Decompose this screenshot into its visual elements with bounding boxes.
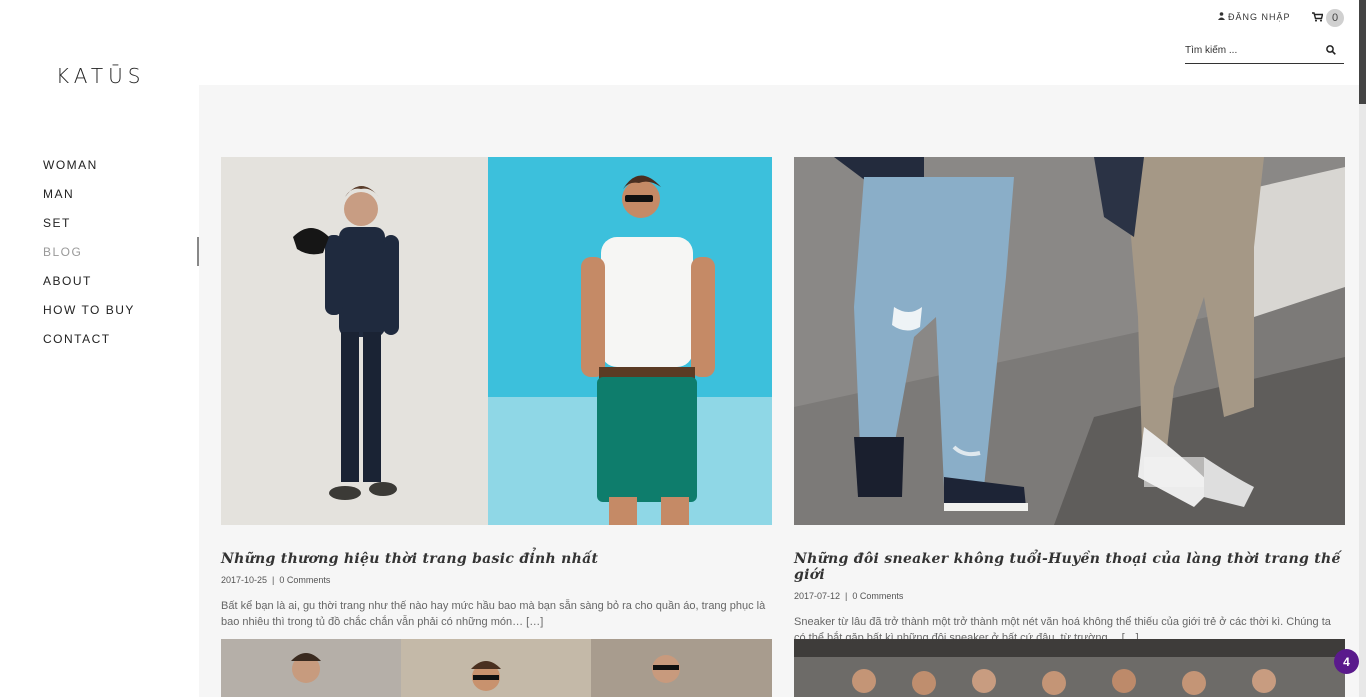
nav-item-contact[interactable]: CONTACT <box>0 324 199 353</box>
post-excerpt: Bất kể bạn là ai, gu thời trang như thế … <box>221 600 766 628</box>
post-image[interactable] <box>221 157 772 525</box>
post-date: 2017-10-25 <box>221 575 268 585</box>
search-bar <box>1185 38 1344 64</box>
post-image[interactable] <box>221 639 772 697</box>
nav-item-blog[interactable]: BLOG <box>0 237 199 266</box>
nav-item-woman[interactable]: WOMAN <box>0 150 199 179</box>
post-image[interactable] <box>794 639 1345 697</box>
post-meta: 2017-07-12 | 0 Comments <box>794 591 1345 601</box>
sidebar-nav: WOMAN MAN SET BLOG ABOUT HOW TO BUY CONT… <box>0 150 199 353</box>
cart-button[interactable]: 0 <box>1312 9 1344 27</box>
login-label: ĐĂNG NHẬP <box>1228 12 1291 22</box>
search-icon[interactable] <box>1326 42 1336 60</box>
blog-post: Những thương hiệu thời trang basic đỉnh … <box>221 157 772 630</box>
meta-separator: | <box>272 575 275 585</box>
cart-count-badge: 0 <box>1326 9 1344 27</box>
post-image[interactable] <box>794 157 1345 525</box>
post-comments-link[interactable]: 0 Comments <box>279 575 330 585</box>
scrollbar-thumb[interactable] <box>1359 0 1366 104</box>
user-icon <box>1218 12 1225 22</box>
search-input[interactable] <box>1185 45 1315 56</box>
post-title[interactable]: Những thương hiệu thời trang basic đỉnh … <box>221 551 772 567</box>
nav-item-set[interactable]: SET <box>0 208 199 237</box>
post-date: 2017-07-12 <box>794 591 841 601</box>
brand-logo[interactable]: KATŪS <box>56 64 145 88</box>
blog-post: Những đôi sneaker không tuổi-Huyền thoại… <box>794 157 1345 646</box>
post-comments-link[interactable]: 0 Comments <box>852 591 903 601</box>
nav-item-how-to-buy[interactable]: HOW TO BUY <box>0 295 199 324</box>
cart-icon <box>1312 9 1324 27</box>
post-meta: 2017-10-25 | 0 Comments <box>221 575 772 585</box>
login-link[interactable]: ĐĂNG NHẬP <box>1218 12 1291 22</box>
notification-badge[interactable]: 4 <box>1334 649 1359 674</box>
meta-separator: | <box>845 591 848 601</box>
nav-item-man[interactable]: MAN <box>0 179 199 208</box>
post-title[interactable]: Những đôi sneaker không tuổi-Huyền thoại… <box>794 551 1345 583</box>
nav-item-about[interactable]: ABOUT <box>0 266 199 295</box>
blog-content: Những thương hiệu thời trang basic đỉnh … <box>199 85 1359 697</box>
page-scrollbar[interactable] <box>1359 0 1366 697</box>
top-bar: ĐĂNG NHẬP 0 <box>0 0 1366 85</box>
